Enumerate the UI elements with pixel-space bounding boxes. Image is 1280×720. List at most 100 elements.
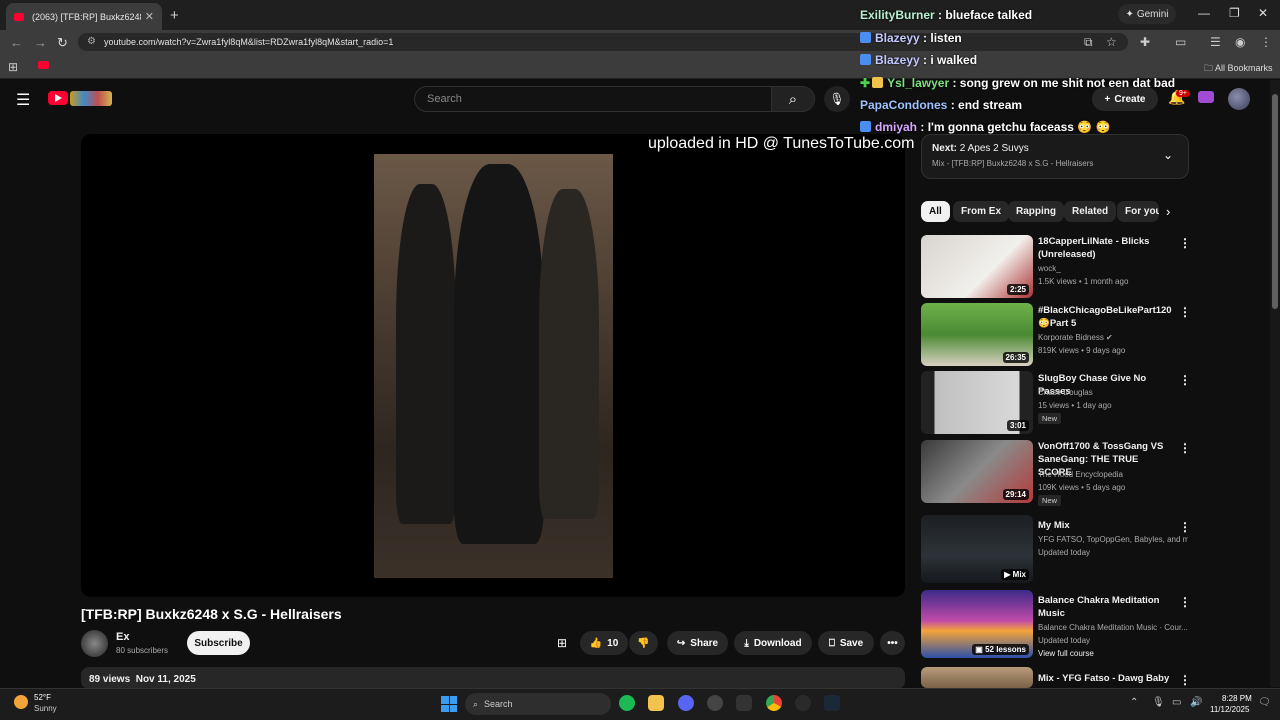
more-vertical-icon[interactable]: ⋮ [1179,520,1191,534]
chevron-right-icon[interactable]: › [1166,204,1170,219]
epic-games-icon[interactable] [736,695,752,711]
gemini-button[interactable]: ✦ Gemini [1118,4,1176,24]
hamburger-menu-icon[interactable]: ☰ [16,90,30,110]
menu-icon[interactable]: ⋮ [1260,35,1272,49]
recommendation-channel[interactable]: The Hood Encyclopedia [1038,468,1188,481]
microphone-tray-icon[interactable]: 🎙 [1152,697,1165,708]
site-info-icon[interactable]: ⚙ [87,36,96,47]
video-thumbnail[interactable]: ▣ 52 lessons [921,590,1033,658]
forward-icon[interactable]: → [34,35,47,50]
reading-list-icon[interactable]: ☰ [1210,35,1221,49]
new-tab-icon[interactable]: + [170,7,179,24]
back-icon[interactable]: ← [10,35,23,50]
chip-for-you[interactable]: For you [1117,201,1159,222]
network-icon[interactable]: ▭ [1172,697,1181,708]
more-actions-button[interactable]: ••• [880,631,905,655]
weather-condition[interactable]: Sunny [34,704,57,713]
recommendation-channel[interactable]: Balance Chakra Meditation Music · Cour..… [1038,621,1188,634]
windows-start-icon[interactable] [441,696,457,712]
steam-icon[interactable] [824,695,840,711]
description-box[interactable]: 89 views Nov 11, 2025 [81,667,905,689]
mix-badge: ▶ Mix [1001,569,1029,580]
weather-temperature[interactable]: 52°F [34,693,51,702]
more-vertical-icon[interactable]: ⋮ [1179,373,1191,387]
share-button[interactable]: ↪ Share [667,631,728,655]
chip-related[interactable]: Related [1064,201,1117,222]
bookmark-star-icon[interactable]: ☆ [1106,35,1117,49]
browser-tab[interactable]: (2063) [TFB:RP] Buxkz6248 x S.G ✕ [6,3,162,30]
more-vertical-icon[interactable]: ⋮ [1179,305,1191,319]
apps-icon[interactable]: ⊞ [557,636,567,650]
tray-expand-icon[interactable]: ⌃ [1130,697,1138,708]
recommendation-title[interactable]: Balance Chakra Meditation Music [1038,594,1172,620]
file-explorer-icon[interactable] [648,695,664,711]
chevron-down-icon[interactable]: ⌄ [1163,148,1173,162]
extension-badge-icon[interactable] [1198,91,1214,103]
video-thumbnail[interactable]: ▶ Mix [921,515,1033,583]
notification-center-icon[interactable]: 🗨 [1258,697,1271,708]
recommendation-title[interactable]: #BlackChicagoBeLikePart120 😳Part 5 [1038,304,1172,330]
minimize-icon[interactable]: — [1198,6,1210,20]
plus-icon: + [1104,93,1111,105]
volume-icon[interactable]: 🔊 [1190,697,1202,708]
youtube-doodle[interactable] [70,91,112,106]
taskbar-search[interactable]: ⌕ Search [465,693,611,715]
apps-grid-icon[interactable]: ⊞ [8,60,18,74]
chip-all[interactable]: All [921,201,950,222]
save-button[interactable]: ⎕ Save [818,631,874,655]
profile-icon[interactable]: ◉ [1235,35,1245,49]
video-thumbnail[interactable]: 26:35 [921,303,1033,366]
address-bar[interactable]: ⚙ youtube.com/watch?v=Zwra1fyl8qM&list=R… [78,33,1128,51]
maximize-icon[interactable]: ❐ [1229,6,1240,20]
chip-from-ex[interactable]: From Ex [953,201,1010,222]
more-vertical-icon[interactable]: ⋮ [1179,236,1191,250]
clock-date[interactable]: 11/12/2025 [1210,705,1249,714]
search-input[interactable]: Search [414,86,772,112]
app-icon[interactable] [795,695,811,711]
more-vertical-icon[interactable]: ⋮ [1179,441,1191,455]
chrome-icon[interactable] [766,695,782,711]
voice-search-button[interactable]: 🎙 [824,86,850,112]
chip-rapping[interactable]: Rapping [1008,201,1064,222]
recommendation-channel[interactable]: Korporate Bidness ✔ [1038,331,1188,344]
close-window-icon[interactable]: ✕ [1258,6,1268,20]
video-thumbnail[interactable]: 2:25 [921,235,1033,298]
recommendation-channel[interactable]: YFG FATSO, TopOppGen, Babyles, and m... [1038,533,1188,546]
video-thumbnail[interactable]: 3:01 [921,371,1033,434]
weather-sun-icon[interactable] [14,695,28,709]
spotify-icon[interactable] [619,695,635,711]
recommendation-title[interactable]: 18CapperLilNate - Blicks (Unreleased) [1038,235,1172,261]
view-full-course-link[interactable]: View full course [1038,647,1188,660]
channel-name[interactable]: Ex [116,631,129,643]
more-vertical-icon[interactable]: ⋮ [1179,595,1191,609]
account-avatar[interactable] [1228,88,1250,110]
download-button[interactable]: ⤓ Download [734,631,812,655]
create-button[interactable]: + Create [1092,87,1158,111]
extensions-icon[interactable]: ✚ [1140,35,1150,49]
more-vertical-icon[interactable]: ⋮ [1179,673,1191,687]
all-bookmarks[interactable]: 🗀 All Bookmarks [1204,61,1273,77]
search-button[interactable]: ⌕ [771,86,815,112]
video-thumbnail[interactable] [921,667,1033,688]
up-next-panel[interactable] [921,134,1189,179]
save-label: Save [839,637,864,649]
video-thumbnail[interactable]: 29:14 [921,440,1033,503]
discord-icon[interactable] [678,695,694,711]
clock-time[interactable]: 8:28 PM [1222,694,1252,703]
close-tab-icon[interactable]: ✕ [145,10,154,23]
recommendation-channel[interactable]: wock_ [1038,262,1188,275]
youtube-bookmark-icon[interactable] [38,61,49,69]
dislike-button[interactable]: 👎 [629,631,658,655]
recommendation-channel[interactable]: Chase Douglas [1038,386,1188,399]
scrollbar-thumb[interactable] [1272,94,1278,309]
like-button[interactable]: 👍 10 [580,631,628,655]
cast-icon[interactable]: ▭ [1175,35,1186,49]
subscribe-button[interactable]: Subscribe [187,631,250,655]
channel-avatar[interactable] [81,630,108,657]
recommendation-title[interactable]: Mix - YFG Fatso - Dawg Baby [1038,672,1172,685]
reload-icon[interactable]: ↻ [57,35,68,51]
recommendation-title[interactable]: My Mix [1038,519,1172,532]
xbox-icon[interactable] [707,695,723,711]
install-app-icon[interactable]: ⧉ [1084,35,1093,50]
youtube-logo[interactable] [48,91,68,105]
